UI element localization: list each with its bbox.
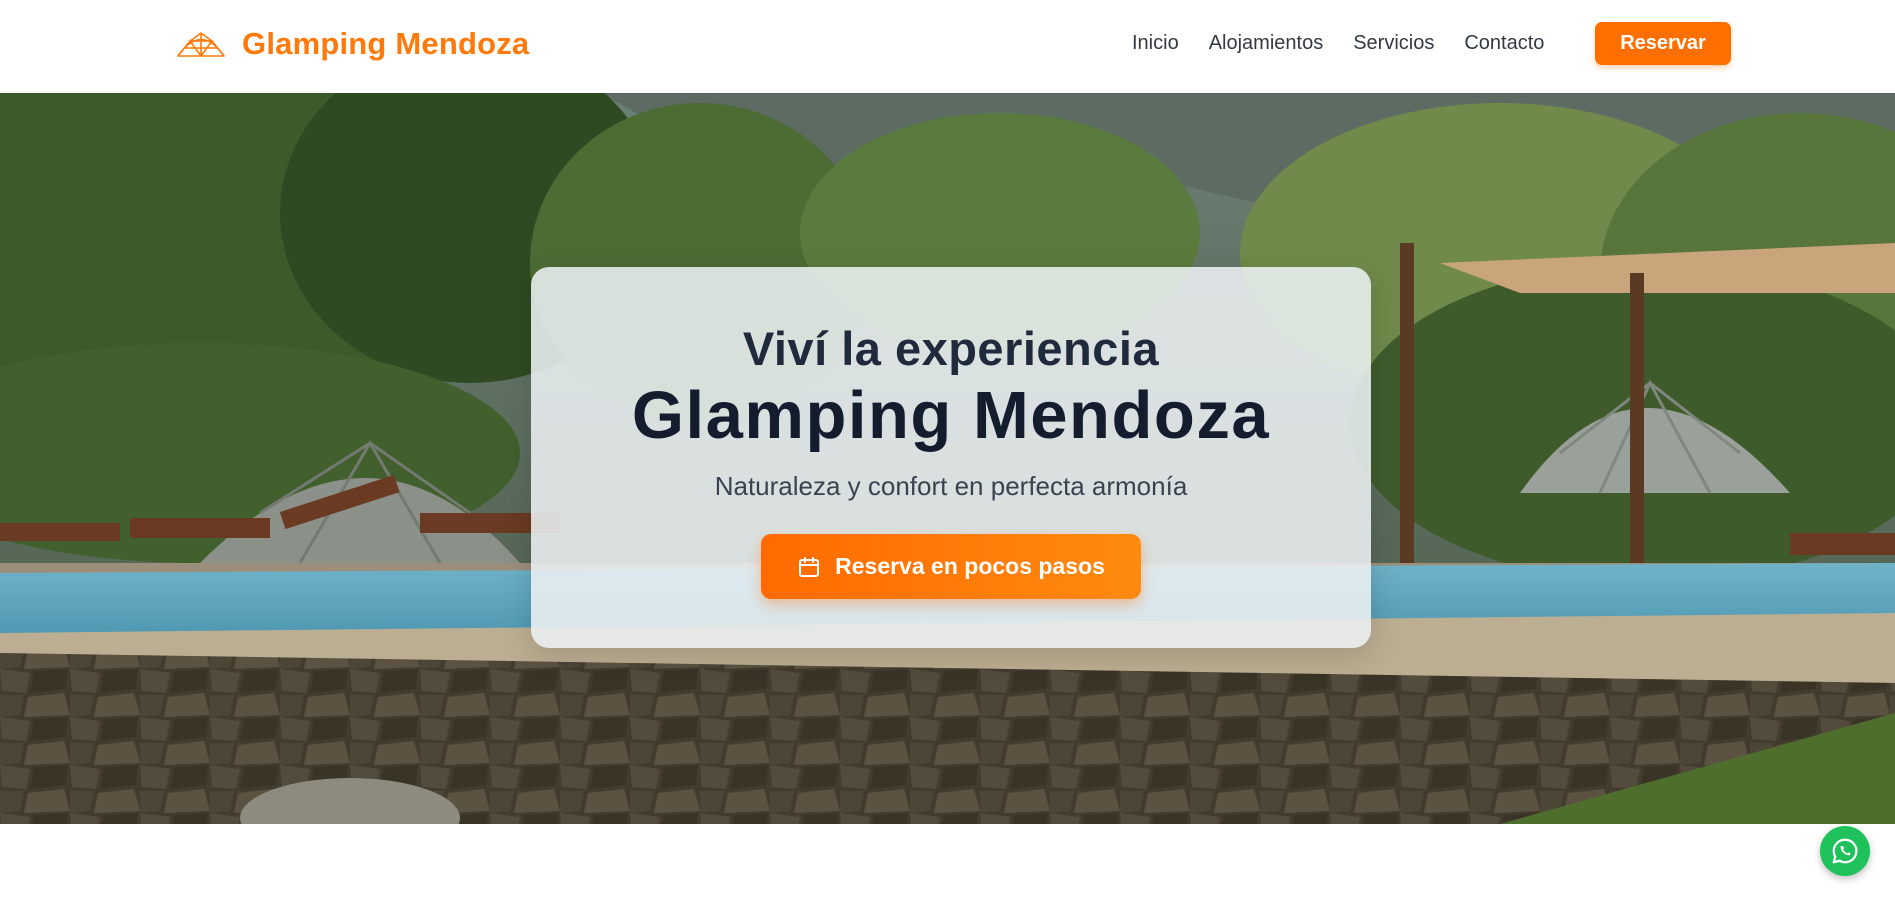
nav-contacto[interactable]: Contacto xyxy=(1464,32,1544,55)
nav-alojamientos[interactable]: Alojamientos xyxy=(1209,32,1324,55)
hero-kicker: Viví la experiencia xyxy=(742,322,1160,375)
site-header: Glamping Mendoza Inicio Alojamientos Ser… xyxy=(0,0,1895,93)
hero-section: Viví la experiencia Glamping Mendoza Nat… xyxy=(0,93,1895,824)
calendar-icon xyxy=(799,556,820,577)
hero-card: Viví la experiencia Glamping Mendoza Nat… xyxy=(531,267,1371,648)
whatsapp-button[interactable] xyxy=(1820,826,1870,876)
hero-title: Glamping Mendoza xyxy=(631,378,1271,453)
hero-subtitle: Naturaleza y confort en perfecta armonía xyxy=(714,471,1188,501)
brand-logo-link[interactable]: Glamping Mendoza xyxy=(176,26,529,62)
nav-inicio[interactable]: Inicio xyxy=(1132,32,1179,55)
book-now-label: Reserva en pocos pasos xyxy=(835,553,1105,579)
nav-servicios[interactable]: Servicios xyxy=(1353,32,1434,55)
whatsapp-icon xyxy=(1832,838,1858,864)
reserve-button[interactable]: Reservar xyxy=(1595,22,1731,65)
main-nav: Inicio Alojamientos Servicios Contacto xyxy=(1132,0,1544,86)
geodesic-dome-icon xyxy=(177,32,225,57)
book-now-button[interactable]: Reserva en pocos pasos xyxy=(761,534,1141,599)
brand-name: Glamping Mendoza xyxy=(242,26,530,61)
